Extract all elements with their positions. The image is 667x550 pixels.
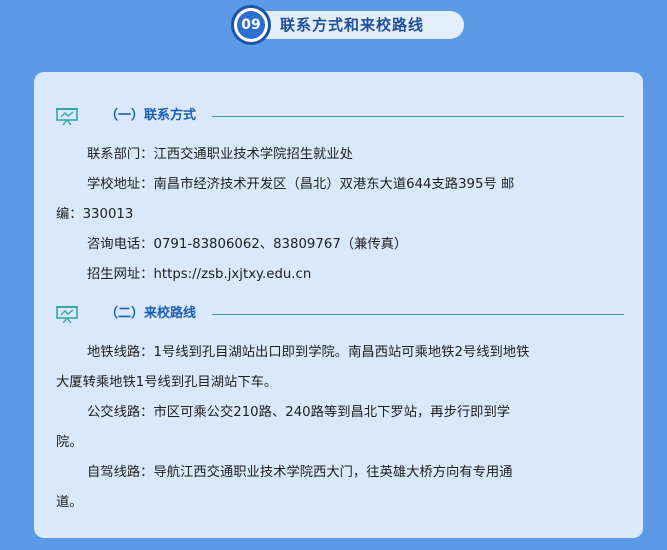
section-number-badge: 09 — [231, 5, 271, 45]
section-number: 09 — [237, 11, 265, 39]
content-card: （一）联系方式 联系部门：江西交通职业技术学院招生就业处 学校地址：南昌市经济技… — [34, 72, 643, 538]
contact-website: 招生网址：https://zsb.jxjtxy.edu.cn — [87, 267, 312, 282]
presentation-board-icon — [56, 108, 78, 125]
drive-route-line1: 自驾线路：导航江西交通职业技术学院西大门，往英雄大桥方向有专用通 — [87, 465, 513, 480]
section-divider — [212, 314, 624, 315]
contact-address-line1: 学校地址：南昌市经济技术开发区（昌北）双港东大道644支路395号 邮 — [87, 177, 515, 192]
contact-section-header: （一）联系方式 — [56, 105, 624, 127]
section-divider — [212, 116, 624, 117]
bus-route-line2: 院。 — [56, 435, 83, 450]
contact-address-line2: 编：330013 — [56, 207, 134, 222]
contact-department: 联系部门：江西交通职业技术学院招生就业处 — [87, 147, 353, 162]
page-title: 联系方式和来校路线 — [280, 16, 425, 34]
bus-route-line1: 公交线路：市区可乘公交210路、240路等到昌北下罗站，再步行即到学 — [87, 405, 511, 420]
contact-section-title: （一）联系方式 — [105, 108, 197, 123]
metro-route-line2: 大厦转乘地铁1号线到孔目湖站下车。 — [56, 375, 278, 390]
presentation-board-icon — [56, 306, 78, 323]
contact-phone: 咨询电话：0791-83806062、83809767（兼传真） — [87, 237, 408, 252]
metro-route-line1: 地铁线路：1号线到孔目湖站出口即到学院。南昌西站可乘地铁2号线到地铁 — [87, 345, 530, 360]
routes-section-header: （二）来校路线 — [56, 303, 624, 325]
drive-route-line2: 道。 — [56, 495, 83, 510]
routes-section-title: （二）来校路线 — [105, 306, 197, 321]
